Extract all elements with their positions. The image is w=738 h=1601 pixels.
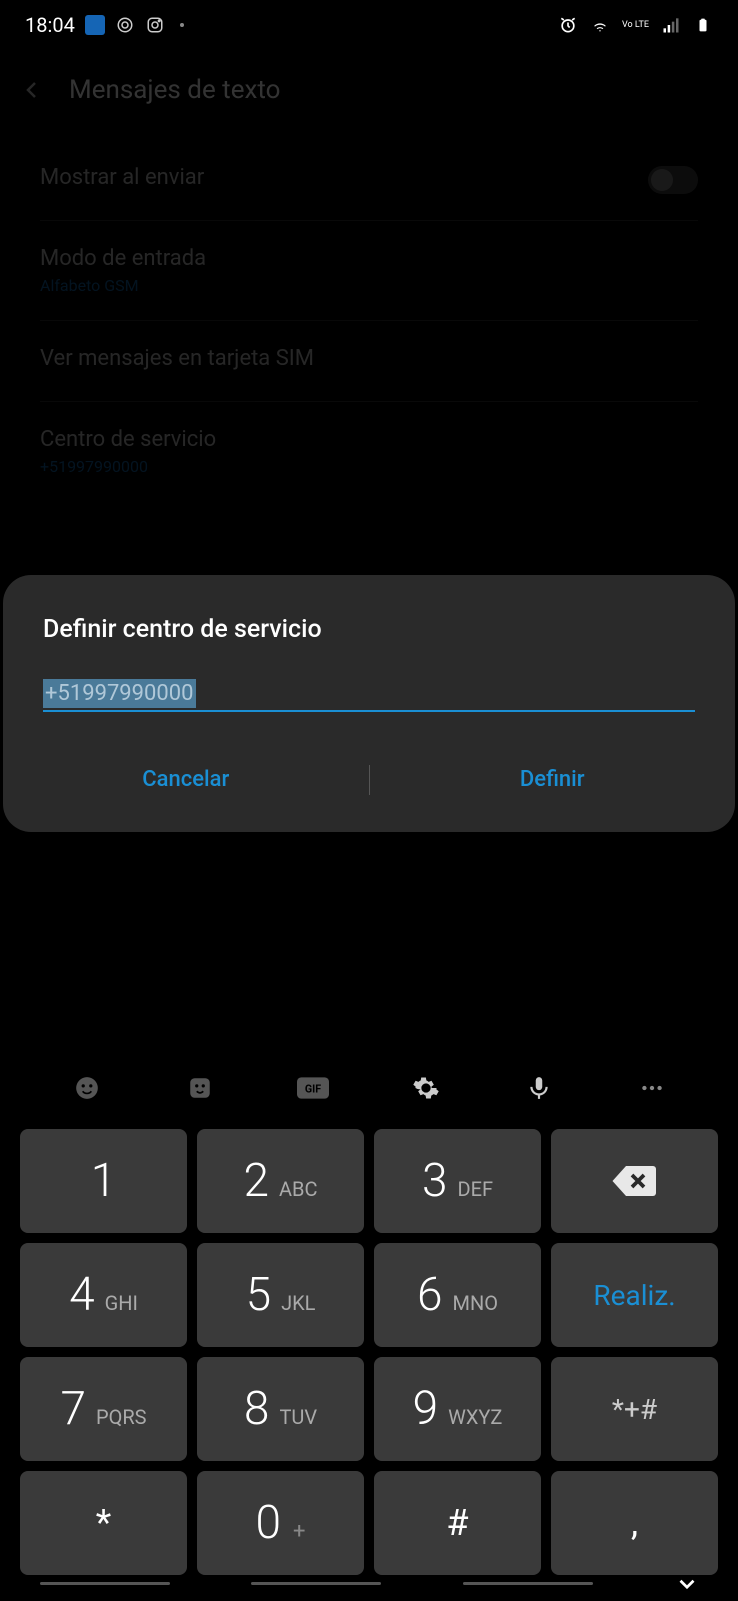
alarm-icon [558, 15, 578, 35]
status-time: 18:04 [25, 13, 75, 37]
wifi-icon [590, 15, 610, 35]
key-*[interactable]: * [20, 1471, 187, 1575]
key-symbols[interactable]: *+# [551, 1357, 718, 1461]
status-bar: 18:04 Vo LTE [0, 0, 738, 50]
svg-text:GIF: GIF [304, 1082, 320, 1095]
key-6[interactable]: 6MNO [374, 1243, 541, 1347]
input-underline [43, 710, 695, 712]
key-1[interactable]: 1 [20, 1129, 187, 1233]
key-7[interactable]: 7PQRS [20, 1357, 187, 1461]
setting-service-center[interactable]: Centro de servicio +51997990000 [40, 402, 698, 501]
key-2[interactable]: 2ABC [197, 1129, 364, 1233]
keyboard: GIF 12ABC3DEF 4GHI5JKL6MNORealiz. 7PQRS8TU… [0, 1052, 738, 1600]
key-8[interactable]: 8TUV [197, 1357, 364, 1461]
volte-icon: Vo LTE [622, 21, 649, 30]
nav-back[interactable] [463, 1582, 593, 1585]
keyboard-collapse-icon[interactable] [674, 1571, 698, 1595]
key-4[interactable]: 4GHI [20, 1243, 187, 1347]
keyboard-toolbar: GIF [0, 1052, 738, 1129]
mic-icon[interactable] [523, 1072, 555, 1104]
key-#[interactable]: # [374, 1471, 541, 1575]
cancel-button[interactable]: Cancelar [3, 752, 369, 807]
gif-icon[interactable]: GIF [297, 1072, 329, 1104]
nav-recent[interactable] [40, 1582, 170, 1585]
back-icon[interactable] [20, 78, 44, 102]
key-done[interactable]: Realiz. [551, 1243, 718, 1347]
setting-show-on-send[interactable]: Mostrar al enviar [40, 140, 698, 221]
toggle-show-on-send[interactable] [648, 166, 698, 194]
setting-sim-messages[interactable]: Ver mensajes en tarjeta SIM [40, 321, 698, 402]
key-3[interactable]: 3DEF [374, 1129, 541, 1233]
nav-home[interactable] [251, 1582, 381, 1585]
key-5[interactable]: 5JKL [197, 1243, 364, 1347]
instagram-icon [145, 15, 165, 35]
settings-icon[interactable] [410, 1072, 442, 1104]
signal-icon [661, 15, 681, 35]
dialog-service-center: Definir centro de servicio +51997990000 … [3, 575, 735, 832]
more-notifications-dot [180, 23, 184, 27]
dialog-input[interactable]: +51997990000 [43, 679, 196, 708]
setting-input-mode[interactable]: Modo de entrada Alfabeto GSM [40, 221, 698, 321]
app-icon [85, 15, 105, 35]
nav-bar [0, 1571, 738, 1595]
sticker-icon[interactable] [184, 1072, 216, 1104]
emoji-icon[interactable] [71, 1072, 103, 1104]
dialog-title: Definir centro de servicio [3, 615, 735, 644]
key-0[interactable]: 0+ [197, 1471, 364, 1575]
key-,[interactable]: , [551, 1471, 718, 1575]
ok-button[interactable]: Definir [370, 752, 736, 807]
key-backspace[interactable] [551, 1129, 718, 1233]
battery-icon [693, 15, 713, 35]
header-title: Mensajes de texto [69, 75, 280, 105]
more-icon[interactable] [636, 1072, 668, 1104]
chrome-icon [115, 15, 135, 35]
key-9[interactable]: 9WXYZ [374, 1357, 541, 1461]
